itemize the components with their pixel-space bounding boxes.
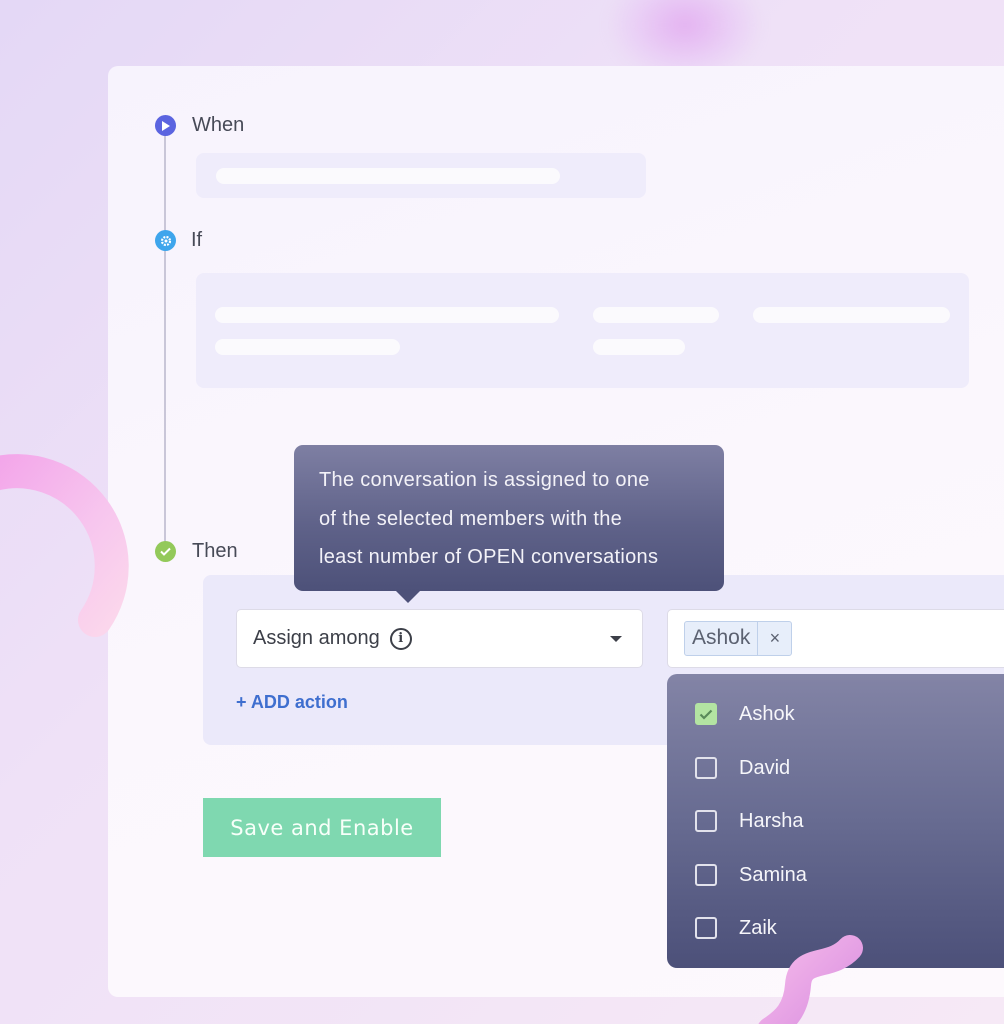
chip-remove-icon[interactable]: × — [758, 622, 791, 655]
checkbox[interactable] — [695, 757, 717, 779]
checkbox-checked[interactable] — [695, 703, 717, 725]
checkbox[interactable] — [695, 810, 717, 832]
action-select[interactable]: Assign among i — [236, 609, 643, 668]
check-icon — [699, 709, 713, 720]
placeholder-bar — [593, 339, 685, 355]
member-chip-label: Ashok — [685, 622, 759, 655]
tooltip-line: The conversation is assigned to one — [319, 469, 650, 491]
step-label-when: When — [192, 114, 245, 136]
placeholder-bar — [216, 168, 560, 184]
member-option-label: Harsha — [739, 809, 804, 832]
checkbox[interactable] — [695, 864, 717, 886]
when-panel-placeholder — [196, 153, 646, 198]
step-label-if: If — [191, 229, 203, 251]
placeholder-bar — [593, 307, 719, 323]
timeline-line — [164, 135, 166, 550]
placeholder-bar — [753, 307, 950, 323]
member-option-label: Ashok — [739, 702, 795, 725]
info-icon[interactable]: i — [389, 627, 412, 650]
add-action-link[interactable]: + ADD action — [236, 692, 348, 713]
step-label-then: Then — [192, 540, 238, 562]
members-input[interactable]: Ashok × — [667, 609, 1004, 668]
if-panel-placeholder — [196, 273, 969, 388]
member-option[interactable]: David — [695, 755, 790, 781]
member-option-label: Samina — [739, 863, 807, 886]
member-option-label: David — [739, 756, 791, 779]
gear-icon — [155, 230, 176, 251]
tooltip-line: least number of OPEN conversations — [319, 546, 659, 568]
placeholder-bar — [215, 339, 400, 355]
check-icon — [155, 541, 176, 562]
member-option[interactable]: Samina — [695, 862, 807, 888]
member-option[interactable]: Ashok — [695, 701, 795, 727]
decorative-arc — [0, 454, 129, 637]
action-select-value: Assign among — [253, 627, 380, 649]
member-chip: Ashok × — [684, 621, 793, 656]
info-tooltip: The conversation is assigned to one of t… — [294, 445, 724, 603]
checkbox[interactable] — [695, 917, 717, 939]
tooltip-line: of the selected members with the — [319, 507, 623, 530]
tooltip-arrow — [396, 591, 420, 603]
member-option[interactable]: Harsha — [695, 808, 803, 834]
members-dropdown: Ashok David Harsha Samina Zaik — [667, 674, 1004, 968]
decorative-squiggle — [758, 935, 863, 1024]
save-and-enable-button[interactable]: Save and Enable — [203, 798, 441, 857]
placeholder-bar — [215, 307, 559, 323]
play-icon — [155, 115, 176, 136]
caret-down-icon — [610, 636, 622, 642]
